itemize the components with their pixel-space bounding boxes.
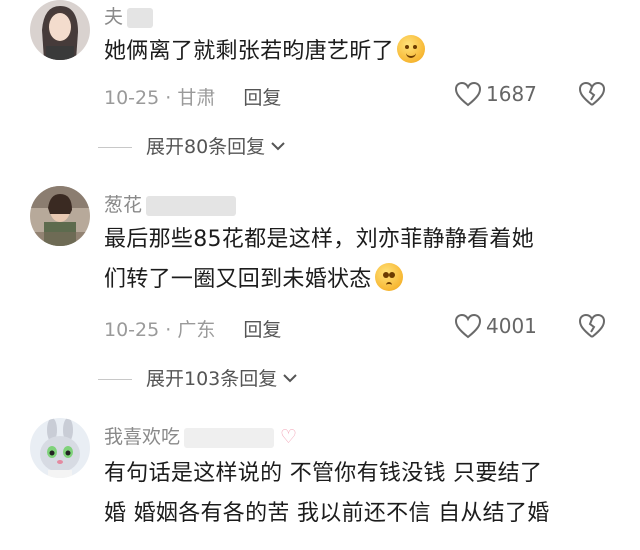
chevron-down-icon: [271, 134, 285, 156]
reply-button[interactable]: 回复: [243, 87, 281, 109]
expand-replies-button[interactable]: 展开80条回复: [98, 132, 285, 159]
heart-icon: [454, 313, 482, 339]
comment-location: 广东: [177, 319, 216, 341]
expand-replies-button[interactable]: 展开103条回复: [98, 364, 297, 391]
comment-location: 甘肃: [177, 87, 216, 109]
username[interactable]: 我喜欢吃 ♡: [104, 422, 297, 449]
divider-line: [98, 379, 132, 380]
username[interactable]: 葱花: [104, 190, 237, 217]
dislike-button[interactable]: [578, 313, 606, 343]
smirk-emoji-icon: [396, 35, 425, 63]
comment-meta: 10-25 · 甘肃 回复: [104, 87, 282, 109]
username[interactable]: 夫: [104, 2, 154, 29]
broken-heart-icon: [578, 313, 606, 338]
like-count: 4001: [486, 314, 537, 338]
pleading-emoji-icon: [374, 263, 403, 291]
comment-text: 有句话是这样说的 不管你有钱没钱 只要结了 婚 婚姻各有各的苦 我以前还不信 自…: [104, 461, 550, 526]
avatar[interactable]: [30, 418, 90, 478]
dislike-button[interactable]: [578, 81, 606, 111]
avatar[interactable]: [30, 0, 90, 60]
comment-date: 10-25: [104, 319, 160, 341]
like-count: 1687: [486, 82, 537, 106]
heart-icon: [454, 81, 482, 107]
reply-button[interactable]: 回复: [243, 319, 281, 341]
comment-text: 她俩离了就剩张若昀唐艺昕了: [104, 32, 622, 72]
blurred-username: [127, 7, 154, 28]
chevron-down-icon: [283, 366, 297, 388]
divider-line: [98, 147, 132, 148]
avatar[interactable]: [30, 186, 90, 246]
comment-meta: 10-25 · 广东 回复: [104, 319, 282, 341]
heart-decoration-icon: ♡: [280, 426, 298, 448]
comment-text: 最后那些85花都是这样，刘亦菲静静看着她 们转了一圈又回到未婚状态: [104, 227, 534, 292]
broken-heart-icon: [578, 81, 606, 106]
comment-date: 10-25: [104, 87, 160, 109]
like-button[interactable]: 1687: [454, 81, 537, 107]
blurred-username: [146, 195, 237, 216]
like-button[interactable]: 4001: [454, 313, 537, 339]
blurred-username: [184, 427, 275, 448]
